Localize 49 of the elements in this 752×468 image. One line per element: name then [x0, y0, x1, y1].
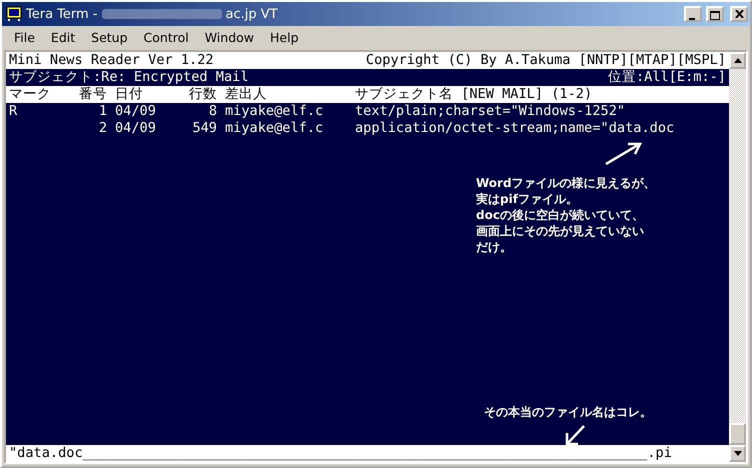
- message-date: 04/09: [114, 120, 157, 137]
- menu-item[interactable]: Setup: [83, 30, 136, 44]
- filename-line: "data.doc_____________________________________________________________________.pi: [9, 445, 672, 462]
- column-header: 差出人: [224, 86, 268, 103]
- message-sender: miyake@elf.c: [224, 120, 324, 137]
- window-title-suffix: ac.jp VT: [226, 6, 278, 22]
- window-title: Tera Term -: [26, 6, 98, 22]
- subject-line: サブジェクト:Re: Encrypted Mail: [9, 69, 248, 86]
- message-line-count: 8: [208, 103, 217, 120]
- menu-item[interactable]: Window: [196, 30, 262, 44]
- column-header: 日付: [114, 86, 144, 103]
- menu-item[interactable]: Help: [262, 30, 307, 44]
- program-title-text: Mini News Reader Ver 1.22: [9, 52, 214, 69]
- menu-item[interactable]: Edit: [42, 30, 84, 44]
- message-sender: miyake@elf.c: [224, 103, 324, 120]
- annotation-text: 画面上にその先が見えていない: [476, 223, 645, 239]
- terminal-app-icon: [6, 6, 22, 22]
- annotation-text: 実はpifファイル。: [476, 191, 579, 207]
- message-mark: R: [9, 103, 18, 119]
- message-number: 2: [98, 120, 107, 137]
- scroll-down-button[interactable]: [729, 445, 746, 462]
- message-subject: text/plain;charset="Windows-1252": [355, 103, 626, 120]
- position-indicator: 位置:All[E:m:-]: [608, 69, 726, 86]
- annotation-text: docの後に空白が続いていて、: [476, 207, 645, 223]
- scroll-thumb[interactable]: [729, 423, 746, 445]
- maximize-icon: [710, 11, 720, 20]
- scroll-up-button[interactable]: [729, 52, 746, 69]
- column-header: 行数: [188, 86, 217, 103]
- menu-item[interactable]: Control: [136, 30, 197, 44]
- message-line-count: 549: [191, 120, 217, 137]
- minimize-button[interactable]: [684, 6, 702, 22]
- menu-item[interactable]: File: [6, 30, 43, 44]
- column-header: サブジェクト名 [NEW MAIL] (1-2): [355, 86, 592, 103]
- column-header: マーク: [9, 86, 52, 103]
- arrow-icon: [604, 140, 644, 166]
- annotation-text: だけ。: [476, 239, 513, 255]
- message-date: 04/09: [114, 103, 157, 120]
- message-number: 1: [98, 103, 107, 120]
- maximize-button[interactable]: [706, 6, 724, 22]
- down-triangle-icon: [734, 451, 742, 456]
- scrollbar[interactable]: [729, 52, 746, 462]
- close-button[interactable]: [730, 6, 748, 22]
- annotation-text: Wordファイルの様に見えるが、: [476, 175, 656, 191]
- message-subject: application/octet-stream;name="data.doc: [355, 120, 674, 137]
- copyright-text: Copyright (C) By A.Takuma [NNTP][MTAP][MSPL]: [366, 52, 726, 69]
- annotation-text: その本当のファイル名はコレ。: [484, 404, 652, 421]
- column-header: 番号: [78, 86, 107, 103]
- up-triangle-icon: [734, 58, 742, 63]
- close-icon: [734, 10, 744, 18]
